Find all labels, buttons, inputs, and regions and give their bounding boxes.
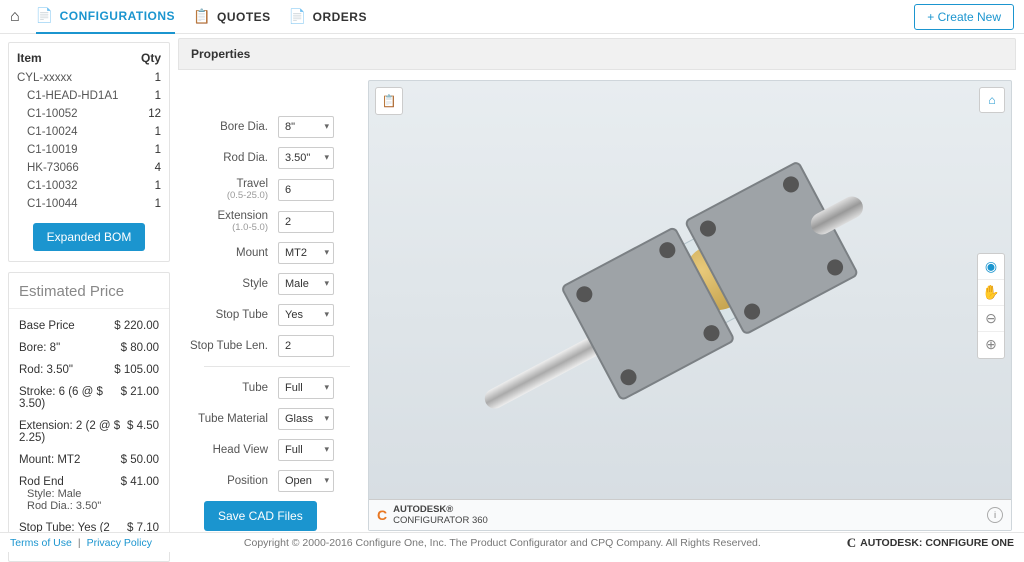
property-label: Rod Dia. xyxy=(178,152,278,164)
property-input[interactable]: 6 xyxy=(278,179,334,201)
property-row: PositionOpen xyxy=(178,470,350,492)
estimate-row: Base Price$ 220.00 xyxy=(19,315,159,337)
property-row: Stop Tube Len.2 xyxy=(178,335,350,357)
property-input[interactable]: 2 xyxy=(278,211,334,233)
property-label: Mount xyxy=(178,247,278,259)
save-cad-button[interactable]: Save CAD Files xyxy=(204,501,317,531)
bom-row: C1-1005212 xyxy=(17,105,161,123)
property-row: Travel(0.5-25.0)6 xyxy=(178,178,350,201)
estimate-row: Mount: MT2$ 50.00 xyxy=(19,449,159,471)
divider xyxy=(204,366,350,367)
property-label: Tube Material xyxy=(178,413,278,425)
property-label: Stop Tube xyxy=(178,309,278,321)
footer-brand: AUTODESK: CONFIGURE ONE xyxy=(860,537,1014,549)
nav-tab-configurations[interactable]: 📄 CONFIGURATIONS xyxy=(36,0,175,34)
property-select[interactable]: MT2 xyxy=(278,242,334,264)
viewer-toolbar: ◉ ✋ ⊖ ⊕ xyxy=(977,253,1005,359)
property-row: TubeFull xyxy=(178,377,350,399)
document-icon: 📄 xyxy=(36,7,54,24)
bom-row: C1-100241 xyxy=(17,123,161,141)
property-select[interactable]: Full xyxy=(278,439,334,461)
property-select[interactable]: 8" xyxy=(278,116,334,138)
create-new-button[interactable]: + Create New xyxy=(914,4,1014,30)
bom-header-item: Item xyxy=(17,51,141,65)
document-icon: 📄 xyxy=(289,8,307,25)
estimate-row: Bore: 8"$ 80.00 xyxy=(19,337,159,359)
bom-row: HK-730664 xyxy=(17,159,161,177)
terms-link[interactable]: Terms of Use xyxy=(10,537,72,549)
property-row: Tube MaterialGlass xyxy=(178,408,350,430)
estimate-row: Stroke: 6 (6 @ $ 3.50)$ 21.00 xyxy=(19,381,159,415)
property-row: Stop TubeYes xyxy=(178,304,350,326)
document-icon: 📋 xyxy=(193,8,211,25)
property-label: Extension(1.0-5.0) xyxy=(178,210,278,233)
bom-row: C1-100321 xyxy=(17,177,161,195)
property-row: Head ViewFull xyxy=(178,439,350,461)
property-label: Position xyxy=(178,475,278,487)
property-select[interactable]: Open xyxy=(278,470,334,492)
property-select[interactable]: Full xyxy=(278,377,334,399)
property-row: StyleMale xyxy=(178,273,350,295)
property-select[interactable]: Yes xyxy=(278,304,334,326)
property-label: Tube xyxy=(178,382,278,394)
property-label: Head View xyxy=(178,444,278,456)
properties-form: Bore Dia.8"Rod Dia.3.50"Travel(0.5-25.0)… xyxy=(178,80,358,531)
info-icon[interactable]: i xyxy=(987,507,1003,523)
property-input[interactable]: 2 xyxy=(278,335,334,357)
property-row: Extension(1.0-5.0)2 xyxy=(178,210,350,233)
privacy-link[interactable]: Privacy Policy xyxy=(87,537,152,549)
property-label: Style xyxy=(178,278,278,290)
bom-card: Item Qty CYL-xxxxx1C1-HEAD-HD1A11C1-1005… xyxy=(8,42,170,262)
property-select[interactable]: Male xyxy=(278,273,334,295)
estimate-title: Estimated Price xyxy=(9,273,169,308)
nav-tab-quotes[interactable]: 📋 QUOTES xyxy=(193,0,271,34)
copy-icon[interactable]: 📋 xyxy=(375,87,403,115)
nav-tab-orders[interactable]: 📄 ORDERS xyxy=(289,0,367,34)
property-label: Stop Tube Len. xyxy=(178,340,278,352)
estimate-row: Rod: 3.50"$ 105.00 xyxy=(19,359,159,381)
property-row: Bore Dia.8" xyxy=(178,116,350,138)
estimate-card: Estimated Price Base Price$ 220.00Bore: … xyxy=(8,272,170,562)
nav-tab-label: CONFIGURATIONS xyxy=(60,9,175,23)
property-select[interactable]: Glass xyxy=(278,408,334,430)
pan-icon[interactable]: ✋ xyxy=(978,280,1004,306)
bom-header-qty: Qty xyxy=(141,51,161,65)
nav-tab-label: ORDERS xyxy=(313,10,367,24)
zoom-out-icon[interactable]: ⊖ xyxy=(978,306,1004,332)
orbit-icon[interactable]: ◉ xyxy=(978,254,1004,280)
property-select[interactable]: 3.50" xyxy=(278,147,334,169)
bom-row: C1-100441 xyxy=(17,195,161,213)
property-row: MountMT2 xyxy=(178,242,350,264)
properties-header: Properties xyxy=(178,38,1016,70)
bom-row: C1-100191 xyxy=(17,141,161,159)
home-icon[interactable]: ⌂ xyxy=(10,8,20,26)
viewer-brand: C AUTODESK®CONFIGURATOR 360 i xyxy=(369,499,1011,530)
estimate-row: Rod EndStyle: MaleRod Dia.: 3.50"$ 41.00 xyxy=(19,471,159,517)
cad-viewer[interactable]: 📋 ⌂ ◉ ✋ ⊖ ⊕ C xyxy=(368,80,1012,531)
expanded-bom-button[interactable]: Expanded BOM xyxy=(33,223,146,251)
property-row: Rod Dia.3.50" xyxy=(178,147,350,169)
zoom-in-icon[interactable]: ⊕ xyxy=(978,332,1004,358)
property-label: Bore Dia. xyxy=(178,121,278,133)
copyright-text: Copyright © 2000-2016 Configure One, Inc… xyxy=(158,537,847,549)
bom-row: C1-HEAD-HD1A11 xyxy=(17,87,161,105)
home-view-icon[interactable]: ⌂ xyxy=(979,87,1005,113)
nav-tab-label: QUOTES xyxy=(217,10,271,24)
cylinder-model xyxy=(493,128,887,464)
nav-tabs: 📄 CONFIGURATIONS 📋 QUOTES 📄 ORDERS xyxy=(36,0,915,34)
estimate-row: Extension: 2 (2 @ $ 2.25)$ 4.50 xyxy=(19,415,159,449)
bom-row: CYL-xxxxx1 xyxy=(17,69,161,87)
property-label: Travel(0.5-25.0) xyxy=(178,178,278,201)
page-footer: Terms of Use | Privacy Policy Copyright … xyxy=(0,532,1024,552)
